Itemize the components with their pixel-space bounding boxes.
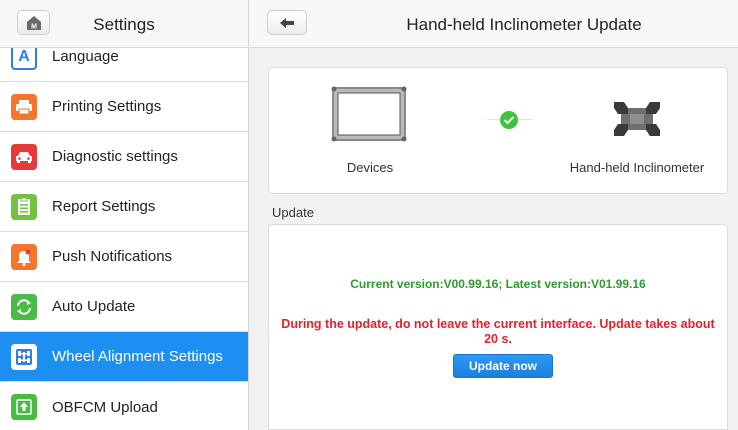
wheel-alignment-icon	[11, 343, 37, 370]
version-info: Current version:V00.99.16; Latest versio…	[350, 277, 646, 291]
car-icon	[11, 143, 37, 170]
inclinometer-label: Hand-held Inclinometer	[569, 160, 705, 175]
sync-icon	[11, 293, 37, 320]
devices-label: Devices	[346, 160, 394, 175]
sidebar-item-obfcm[interactable]: OBFCM Upload	[0, 382, 248, 430]
printer-icon	[11, 93, 37, 120]
sidebar-item-language[interactable]: A Language	[0, 48, 248, 82]
sidebar-item-label: Printing Settings	[52, 98, 162, 115]
sidebar-item-push[interactable]: Push Notifications	[0, 232, 248, 282]
language-icon: A	[11, 48, 37, 70]
sidebar-item-label: Language	[52, 48, 119, 65]
sidebar-item-label: OBFCM Upload	[52, 398, 158, 416]
sidebar-item-label: Diagnostic settings	[52, 148, 178, 165]
sidebar: M Settings A Language Printing Settings …	[0, 0, 249, 430]
page-title: Hand-held Inclinometer Update	[406, 15, 642, 34]
main-header: Hand-held Inclinometer Update	[250, 0, 738, 48]
main-panel: Hand-held Inclinometer Update Devices Ha…	[250, 0, 738, 430]
tablet-device-icon	[331, 86, 407, 142]
sidebar-item-label: Report Settings	[52, 198, 156, 215]
sidebar-header: M Settings	[0, 0, 248, 48]
sidebar-item-label: Auto Update	[52, 298, 136, 315]
update-warning: During the update, do not leave the curr…	[281, 317, 715, 346]
inclinometer-device-icon	[614, 102, 660, 136]
sidebar-title: Settings	[93, 15, 155, 34]
update-section-label: Update	[272, 205, 314, 220]
upload-icon	[11, 394, 37, 420]
back-button[interactable]	[267, 10, 307, 35]
update-card: Current version:V00.99.16; Latest versio…	[268, 224, 728, 430]
sidebar-item-printing[interactable]: Printing Settings	[0, 82, 248, 132]
sidebar-item-wheel-alignment[interactable]: Wheel Alignment Settings	[0, 332, 248, 382]
sidebar-item-diagnostic[interactable]: Diagnostic settings	[0, 132, 248, 182]
settings-menu: A Language Printing Settings Diagnostic …	[0, 48, 248, 430]
sidebar-item-auto-update[interactable]: Auto Update	[0, 282, 248, 332]
update-now-button[interactable]: Update now	[453, 354, 553, 378]
sidebar-item-report[interactable]: Report Settings	[0, 182, 248, 232]
sidebar-item-label: Wheel Alignment Settings	[52, 348, 223, 365]
bell-icon	[11, 243, 37, 270]
check-icon	[500, 111, 518, 129]
connection-card: Devices Hand-held Inclinometer	[268, 67, 728, 194]
back-arrow-icon	[280, 17, 294, 28]
sidebar-item-label: Push Notifications	[52, 248, 173, 265]
report-icon	[11, 193, 37, 220]
